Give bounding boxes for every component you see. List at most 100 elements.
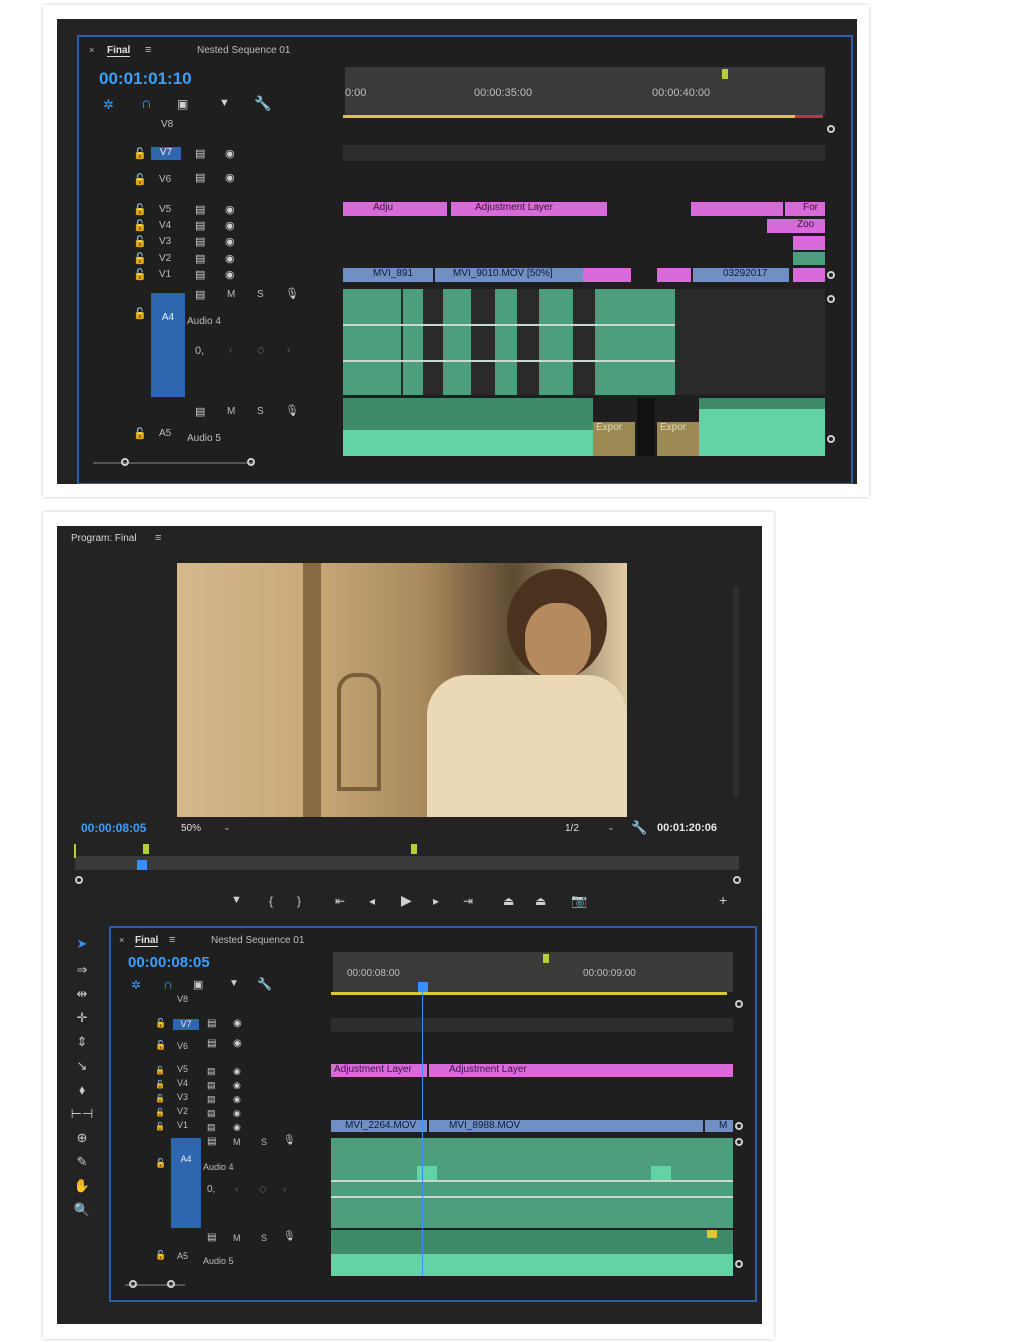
scroll-handle-bottom-top[interactable]	[735, 1000, 743, 1008]
tab-close-icon[interactable]: ×	[89, 45, 94, 55]
eye-icon-v7[interactable]: ◉	[225, 147, 235, 160]
step-forward-button[interactable]: ▸	[433, 894, 439, 908]
zoom-scrollbar[interactable]	[93, 462, 253, 464]
clip-a4-5[interactable]	[539, 289, 573, 395]
in-point-marker[interactable]	[74, 844, 76, 858]
resolution-dropdown-icon[interactable]: ⌄	[607, 822, 615, 833]
clip-export-2[interactable]: Expor	[657, 422, 699, 456]
eye-icon-v4[interactable]: ◉	[225, 219, 235, 232]
marker-icon-b[interactable]	[411, 844, 417, 854]
lock-icon-v5[interactable]: 🔓	[133, 203, 147, 216]
scroll-handle-audio[interactable]	[827, 295, 835, 303]
clip-mvi-9010[interactable]: MVI_9010.MOV [50%]	[435, 268, 583, 282]
track-target-a4-bottom[interactable]: A4	[171, 1138, 201, 1228]
nest-icon[interactable]: ✲	[103, 97, 114, 113]
pen-tool-icon[interactable]: ⊕	[57, 1130, 107, 1146]
playhead-line[interactable]	[422, 992, 423, 1276]
mute-button-a5-bottom[interactable]: M	[233, 1233, 241, 1243]
mic-icon-a4[interactable]: 🎙	[285, 287, 299, 300]
marker-icon-a[interactable]	[143, 844, 149, 854]
mic-icon-a5-bottom[interactable]: 🎙	[283, 1231, 296, 1242]
zoom-dropdown-icon[interactable]: ⌄	[223, 822, 231, 833]
eye-icon-v2[interactable]: ◉	[225, 252, 235, 265]
zoom-tool-icon[interactable]: 🔍	[57, 1202, 107, 1218]
sync-icon-v2[interactable]: ▤	[195, 252, 205, 265]
work-area-bar-bottom[interactable]	[331, 992, 727, 995]
mute-button-a4[interactable]: M	[227, 289, 235, 300]
rolling-edit-tool-icon[interactable]: ✛	[57, 1010, 107, 1026]
wrench-icon[interactable]: 🔧	[254, 95, 271, 112]
scrub-handle-right[interactable]	[733, 876, 741, 884]
clip-v2-green[interactable]	[793, 252, 825, 265]
lift-button[interactable]: ⏏	[503, 894, 514, 908]
nest-icon-bottom[interactable]: ✲	[131, 978, 141, 992]
track-select-tool-icon[interactable]: ⇒	[57, 962, 107, 978]
scroll-handle-a5[interactable]	[827, 435, 835, 443]
clip-v1-end[interactable]	[793, 268, 825, 282]
lock-icon-a5[interactable]: 🔓	[133, 427, 147, 440]
razor-tool-icon[interactable]: ↘	[57, 1058, 107, 1074]
clip-adjustment-layer-2[interactable]: Adjustment Layer	[451, 202, 607, 216]
volume-line-a4-bottom[interactable]	[331, 1180, 733, 1182]
go-to-out-button[interactable]: ⇥	[463, 894, 473, 908]
eye-icons-v5-v1[interactable]: ◉ ◉ ◉ ◉ ◉	[233, 1064, 241, 1134]
ruler-marker-icon[interactable]	[543, 954, 549, 963]
clip-v1-pink-b[interactable]	[657, 268, 691, 282]
lock-icon-a5-bottom[interactable]: 🔓	[155, 1250, 166, 1261]
sync-icon-a5-bottom[interactable]: ▤	[207, 1232, 216, 1243]
track-target-v7[interactable]: V7	[151, 147, 181, 160]
work-area-bar[interactable]	[343, 115, 795, 118]
settings-wrench-icon[interactable]: 🔧	[631, 820, 647, 836]
volume-line-a4-bottom-b[interactable]	[331, 1196, 733, 1198]
volume-line-a4[interactable]	[343, 324, 675, 326]
time-ruler[interactable]	[345, 67, 825, 115]
volume-value-a4[interactable]: 0,	[195, 345, 204, 357]
mic-icon-a5[interactable]: 🎙	[285, 404, 299, 417]
add-marker-icon[interactable]: ▼	[219, 97, 230, 109]
program-monitor-title[interactable]: Program: Final	[71, 533, 137, 544]
sync-icon-a4[interactable]: ▤	[195, 288, 205, 301]
lock-icons-v5-v1[interactable]: 🔓 🔓 🔓 🔓 🔓	[155, 1064, 165, 1134]
linked-selection-icon[interactable]: ▣	[177, 97, 188, 111]
clip-a4-1[interactable]	[343, 289, 401, 395]
playhead-timecode[interactable]: 00:01:01:10	[99, 69, 192, 89]
sync-icon-v6[interactable]: ▤	[195, 171, 205, 184]
eye-icon-v7-bottom[interactable]: ◉	[233, 1018, 242, 1029]
lock-icon-v2[interactable]: 🔓	[133, 252, 147, 265]
mark-out-button[interactable]: }	[297, 894, 301, 908]
clip-adjustment-layer-b1[interactable]: Adjustment Layer	[331, 1064, 427, 1077]
clip-zoo[interactable]: Zoo	[767, 219, 825, 233]
extract-button[interactable]: ⏏	[535, 894, 546, 908]
hand-tool-icon[interactable]: ✋	[57, 1178, 107, 1194]
track-target-a4[interactable]: A4	[151, 293, 185, 397]
tab-close-icon-bottom[interactable]: ×	[119, 935, 124, 945]
clip-v1-end-bottom[interactable]: M	[705, 1120, 733, 1132]
lock-icon-v6[interactable]: 🔓	[133, 173, 147, 186]
scrub-bar[interactable]	[75, 856, 739, 870]
scroll-handle-video[interactable]	[827, 271, 835, 279]
keyframe-prev-icon-bottom[interactable]: ‹	[235, 1184, 238, 1195]
lock-icon-v1[interactable]: 🔓	[133, 268, 147, 281]
clip-adjustment-layer-1[interactable]: Adju	[343, 202, 447, 216]
scrub-handle-left[interactable]	[75, 876, 83, 884]
eye-icon-v6-bottom[interactable]: ◉	[233, 1038, 242, 1049]
sync-icon-v4[interactable]: ▤	[195, 219, 205, 232]
zoom-level-select[interactable]: 50%	[181, 823, 201, 834]
snap-magnet-icon-bottom[interactable]: ∩	[163, 976, 173, 992]
tab-final[interactable]: Final	[107, 45, 131, 57]
tab-final-bottom[interactable]: Final	[135, 935, 159, 947]
sync-icon-v5[interactable]: ▤	[195, 203, 205, 216]
keyframe-next-icon-bottom[interactable]: ›	[283, 1184, 286, 1195]
selection-tool-icon[interactable]: ➤	[57, 936, 107, 952]
scroll-handle-bottom-video[interactable]	[735, 1122, 743, 1130]
snap-magnet-icon[interactable]: ∩	[141, 95, 152, 112]
keyframe-add-icon[interactable]: ◇	[257, 345, 265, 356]
sync-icon-a4-bottom[interactable]: ▤	[207, 1136, 216, 1147]
clip-a4-6[interactable]	[595, 289, 675, 395]
clip-a4-bottom[interactable]	[331, 1138, 733, 1228]
ripple-edit-tool-icon[interactable]: ⇹	[57, 986, 107, 1002]
sync-icon-v7-bottom[interactable]: ▤	[207, 1018, 216, 1029]
clip-03292017[interactable]: 03292017	[693, 268, 789, 282]
scroll-handle-top[interactable]	[827, 125, 835, 133]
eye-icon-v6[interactable]: ◉	[225, 171, 235, 184]
